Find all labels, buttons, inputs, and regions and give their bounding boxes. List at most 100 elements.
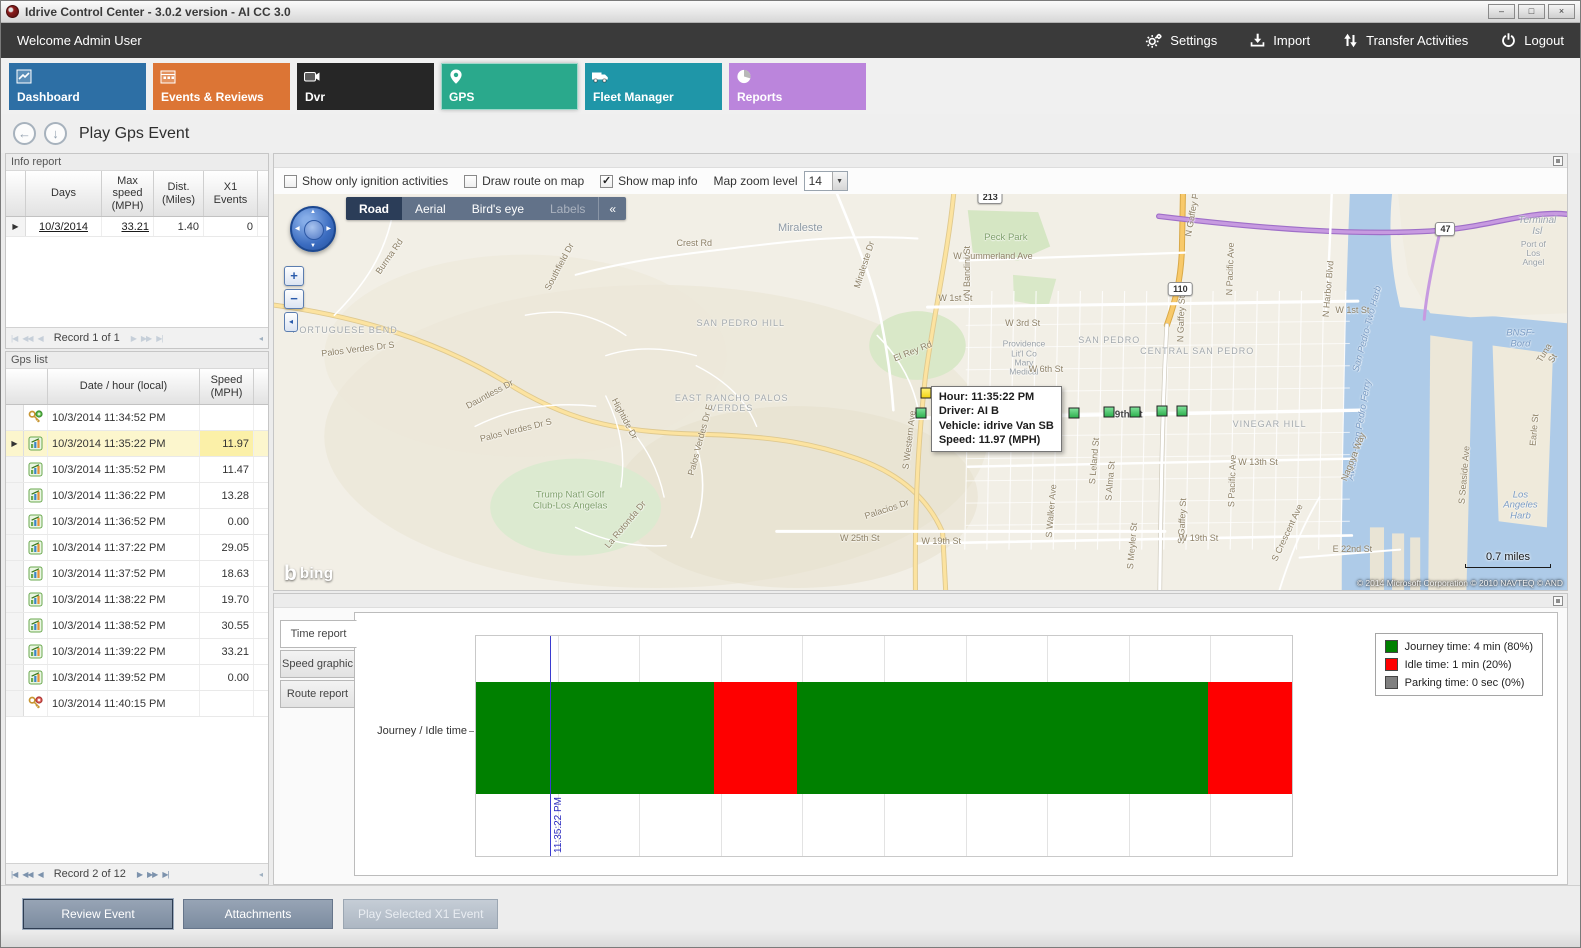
gps-row[interactable]: 10/3/2014 11:36:52 PM0.00 <box>6 509 268 535</box>
gps-icon <box>24 535 48 560</box>
down-button[interactable]: ↓ <box>44 122 67 145</box>
map-bar-collapse-button[interactable]: « <box>598 197 626 220</box>
map-style-road[interactable]: Road <box>346 197 402 220</box>
attachments-button[interactable]: Attachments <box>183 899 333 929</box>
row-indicator <box>6 665 24 690</box>
speed-cell: 0.00 <box>200 509 254 534</box>
max-speed-cell[interactable]: 33.21 <box>102 217 154 236</box>
info-report-column-header[interactable]: Days <box>26 171 102 216</box>
gps-row[interactable]: 10/3/2014 11:37:52 PM18.63 <box>6 561 268 587</box>
info-pager-first-button[interactable]: |◀ <box>11 334 17 343</box>
gps-row[interactable]: 10/3/2014 11:40:15 PM <box>6 691 268 717</box>
gps-marker-green[interactable] <box>1069 407 1080 418</box>
import-icon <box>1249 32 1266 49</box>
transfer-button[interactable]: Transfer Activities <box>1342 32 1468 49</box>
gps-row[interactable]: 10/3/2014 11:35:52 PM11.47 <box>6 457 268 483</box>
map-zoom-in-button[interactable]: + <box>284 266 304 286</box>
minimize-button[interactable]: – <box>1488 4 1515 19</box>
timeline-bar <box>476 682 1292 794</box>
map-option-1[interactable]: Draw route on map <box>464 174 584 188</box>
gps-pager-next-page-button[interactable]: ▶▶ <box>147 870 157 879</box>
gps-row[interactable]: 10/3/2014 11:37:22 PM29.05 <box>6 535 268 561</box>
info-report-row[interactable]: ▶10/3/201433.211.400 <box>6 217 268 237</box>
journey-segment <box>476 682 714 794</box>
nav-tab-gps[interactable]: GPS <box>441 63 578 110</box>
nav-tab-dvr[interactable]: Dvr <box>297 63 434 110</box>
checkbox-icon[interactable]: ✓ <box>600 175 613 188</box>
legend-item-parking: Parking time: 0 sec (0%) <box>1385 676 1533 689</box>
info-pager-next-page-button[interactable]: ▶▶ <box>141 334 151 343</box>
map-compass-control[interactable]: ▲ ▼ ◀ ▶ <box>290 206 336 252</box>
gps-pager-last-button[interactable]: ▶| <box>162 870 168 879</box>
checkbox-icon[interactable] <box>464 175 477 188</box>
gps-marker-green[interactable] <box>915 408 926 419</box>
gps-row[interactable]: 10/3/2014 11:34:52 PM <box>6 405 268 431</box>
info-report-rows: ▶10/3/201433.211.400 <box>6 217 268 237</box>
map-style-bird-s-eye[interactable]: Bird's eye <box>459 197 537 220</box>
info-report-column-header[interactable]: X1 Events <box>204 171 258 216</box>
import-button[interactable]: Import <box>1249 32 1310 49</box>
gps-row[interactable]: ▶10/3/2014 11:35:22 PM11.97 <box>6 431 268 457</box>
gps-marker-green[interactable] <box>1157 406 1168 417</box>
gps-row[interactable]: 10/3/2014 11:38:22 PM19.70 <box>6 587 268 613</box>
gps-pager-resize-handle[interactable]: ◂ <box>259 870 263 879</box>
map-canvas[interactable]: MiralestePeck ParkW Summerland AveCrest … <box>274 194 1567 590</box>
days-cell[interactable]: 10/3/2014 <box>26 217 102 236</box>
maximize-button[interactable]: □ <box>1518 4 1545 19</box>
info-pager-resize-handle[interactable]: ◂ <box>259 334 263 343</box>
settings-button[interactable]: Settings <box>1145 32 1217 49</box>
chart-tab-speed-graphic[interactable]: Speed graphic <box>280 650 355 678</box>
highway-shield-213: 213 <box>978 194 1003 204</box>
gps-row[interactable]: 10/3/2014 11:36:22 PM13.28 <box>6 483 268 509</box>
chart-tab-route-report[interactable]: Route report <box>280 680 355 708</box>
collapse-chart-panel-button[interactable] <box>1553 596 1563 606</box>
map-zoom-select[interactable]: 14 ▼ <box>804 171 848 191</box>
map-option-2[interactable]: ✓Show map info <box>600 174 697 188</box>
gps-marker-yellow[interactable] <box>920 388 931 399</box>
nav-tab-events[interactable]: Events & Reviews <box>153 63 290 110</box>
back-button[interactable]: ← <box>13 122 36 145</box>
map-option-0[interactable]: Show only ignition activities <box>284 174 448 188</box>
nav-tab-fleet[interactable]: Fleet Manager <box>585 63 722 110</box>
date-cell: 10/3/2014 11:38:52 PM <box>48 613 200 638</box>
close-button[interactable]: × <box>1548 4 1575 19</box>
logout-label: Logout <box>1524 33 1564 48</box>
map-controls-collapse-button[interactable]: ◂ <box>284 312 298 332</box>
info-pager-next-button[interactable]: ▶ <box>131 334 136 343</box>
info-report-column-header[interactable]: Max speed (MPH) <box>102 171 154 216</box>
gps-pager-prev-button[interactable]: ◀ <box>38 870 43 879</box>
gps-pager-next-button[interactable]: ▶ <box>137 870 142 879</box>
gps-pager-first-button[interactable]: |◀ <box>11 870 17 879</box>
speed-cell <box>200 405 254 430</box>
nav-tab-dashboard[interactable]: Dashboard <box>9 63 146 110</box>
date-cell: 10/3/2014 11:36:52 PM <box>48 509 200 534</box>
gps-pager-prev-page-button[interactable]: ◀◀ <box>22 870 32 879</box>
info-report-column-header[interactable]: Dist. (Miles) <box>154 171 204 216</box>
gps-row[interactable]: 10/3/2014 11:39:22 PM33.21 <box>6 639 268 665</box>
map-zoom-out-button[interactable]: − <box>284 289 304 309</box>
gps-list-panel-title: Gps list <box>6 352 268 369</box>
gps-list-column-header[interactable]: Speed (MPH) <box>200 369 254 404</box>
checkbox-icon[interactable] <box>284 175 297 188</box>
gps-marker-green[interactable] <box>1176 406 1187 417</box>
review-event-button[interactable]: Review Event <box>23 899 173 929</box>
collapse-map-panel-button[interactable] <box>1553 156 1563 166</box>
gps-marker-green[interactable] <box>1130 407 1141 418</box>
nav-tab-reports[interactable]: Reports <box>729 63 866 110</box>
gps-row[interactable]: 10/3/2014 11:38:52 PM30.55 <box>6 613 268 639</box>
highway-shield-110: 110 <box>1168 282 1193 296</box>
dropdown-arrow-icon: ▼ <box>832 172 847 190</box>
info-pager-prev-button[interactable]: ◀ <box>38 334 43 343</box>
chart-tab-time-report[interactable]: Time report <box>280 620 357 648</box>
play-selected-x1-event-button: Play Selected X1 Event <box>343 899 498 929</box>
gps-marker-green[interactable] <box>1104 407 1115 418</box>
gps-row[interactable]: 10/3/2014 11:39:52 PM0.00 <box>6 665 268 691</box>
logout-button[interactable]: Logout <box>1500 32 1564 49</box>
map-style-aerial[interactable]: Aerial <box>402 197 459 220</box>
tooltip-line: Vehicle: idrive Van SB <box>939 419 1054 433</box>
gps-list-column-header[interactable]: Date / hour (local) <box>48 369 200 404</box>
info-pager-prev-page-button[interactable]: ◀◀ <box>22 334 32 343</box>
down-arrow-icon: ↓ <box>52 126 59 141</box>
row-indicator <box>6 457 24 482</box>
info-pager-last-button[interactable]: ▶| <box>156 334 162 343</box>
